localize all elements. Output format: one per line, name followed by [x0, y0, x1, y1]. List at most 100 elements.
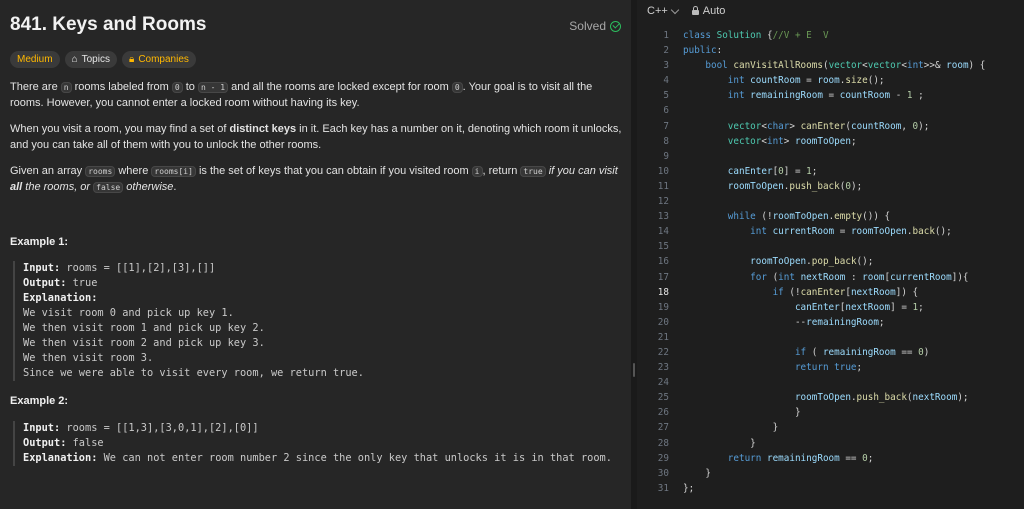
code-token: for: [750, 271, 773, 283]
code-token: roomToOpen: [794, 135, 851, 147]
code-token: nextRoom: [800, 271, 846, 283]
code-token: int: [727, 90, 751, 102]
code-editor-panel[interactable]: C++ Auto 1 class Solution {//V + E V 2 publ…: [637, 0, 1024, 509]
code-line[interactable]: 13 while (!roomToOpen.empty()) {: [637, 209, 1024, 224]
code-token: ();: [934, 226, 952, 238]
code-token: int: [750, 226, 773, 238]
code-text: };: [669, 481, 694, 496]
code-area[interactable]: 1 class Solution {//V + E V 2 public: 3 bool…: [637, 28, 1024, 496]
code-line[interactable]: 29 return remainingRoom == 0;: [637, 451, 1024, 466]
code-token: vector: [727, 135, 762, 147]
code-text: public:: [669, 43, 722, 58]
code-text: vector<int> roomToOpen;: [669, 134, 857, 149]
code-line[interactable]: 10 canEnter[0] = 1;: [637, 164, 1024, 179]
auto-label: Auto: [702, 5, 726, 17]
line-number: 25: [657, 392, 669, 404]
topics-tag[interactable]: ⌂ Topics: [64, 51, 117, 68]
code-line[interactable]: 9: [637, 149, 1024, 164]
code-token: ==: [895, 346, 919, 358]
code-line[interactable]: 2 public:: [637, 43, 1024, 58]
code-line[interactable]: 24: [637, 375, 1024, 390]
code-line[interactable]: 6: [637, 103, 1024, 118]
code-text: int remainingRoom = countRoom - 1 ;: [669, 88, 924, 103]
line-number: 14: [657, 226, 669, 238]
code-line[interactable]: 4 int countRoom = room.size();: [637, 73, 1024, 88]
line-number: 23: [657, 362, 669, 374]
problem-tags: Medium ⌂ Topics 🔒︎ Companies: [10, 51, 196, 68]
code-token: pop_back: [811, 256, 857, 268]
code-line[interactable]: 16 roomToOpen.pop_back();: [637, 254, 1024, 269]
line-number: 10: [657, 165, 669, 177]
code-token: if: [794, 346, 812, 358]
line-number: 2: [663, 45, 669, 57]
editor-toolbar: C++ Auto: [637, 0, 1024, 22]
line-number: 24: [657, 377, 669, 389]
code-line[interactable]: 31};: [637, 481, 1024, 496]
code-token: roomToOpen: [727, 180, 784, 192]
code-text: }: [669, 405, 801, 420]
code-line[interactable]: 5 int remainingRoom = countRoom - 1 ;: [637, 88, 1024, 103]
code-line[interactable]: 8 vector<int> roomToOpen;: [637, 134, 1024, 149]
line-number: 11: [657, 180, 669, 192]
code-line[interactable]: 30 }: [637, 466, 1024, 481]
code-line[interactable]: 23 return true;: [637, 360, 1024, 375]
code-token: //V + E V: [772, 30, 829, 41]
code-token: ()) {: [862, 211, 891, 223]
line-number: 21: [657, 331, 669, 343]
description-paragraph-3: Given an array rooms where rooms[i] is t…: [10, 165, 618, 193]
code-token: }: [794, 407, 801, 419]
code-token: bool: [705, 60, 734, 72]
code-token: roomToOpen: [850, 226, 907, 238]
code-token: -: [890, 90, 907, 102]
line-number: 31: [657, 482, 669, 494]
code-line[interactable]: 20 --remainingRoom;: [637, 315, 1024, 330]
code-text: canEnter[0] = 1;: [669, 164, 818, 179]
chevron-down-icon: [670, 5, 680, 14]
code-token: roomToOpen: [794, 392, 851, 404]
code-line[interactable]: 1 class Solution {//V + E V: [637, 28, 1024, 43]
code-line[interactable]: 28 }: [637, 436, 1024, 451]
line-number: 7: [663, 120, 669, 132]
code-line[interactable]: 7 vector<char> canEnter(countRoom, 0);: [637, 119, 1024, 134]
code-line[interactable]: 11 roomToOpen.push_back(0);: [637, 179, 1024, 194]
difficulty-tag[interactable]: Medium: [10, 51, 60, 68]
code-line[interactable]: 25 roomToOpen.push_back(nextRoom);: [637, 390, 1024, 405]
code-line[interactable]: 3 bool canVisitAllRooms(vector<vector<in…: [637, 58, 1024, 73]
description-paragraph-1: There are n rooms labeled from 0 to n - …: [10, 81, 593, 109]
line-number: 18: [657, 286, 669, 298]
code-token: countRoom: [850, 120, 902, 132]
code-token: int: [906, 60, 924, 72]
code-line[interactable]: 22 if ( remainingRoom == 0): [637, 345, 1024, 360]
code-token: if: [772, 286, 790, 298]
code-line[interactable]: 18 if (!canEnter[nextRoom]) {: [637, 285, 1024, 300]
code-line[interactable]: 21: [637, 330, 1024, 345]
code-token: }: [705, 467, 711, 479]
topics-label: Topics: [81, 54, 110, 65]
code-line[interactable]: 12: [637, 194, 1024, 209]
line-number: 20: [657, 316, 669, 328]
language-selector[interactable]: C++: [647, 5, 680, 17]
code-token: ;: [867, 452, 874, 464]
code-line[interactable]: 14 int currentRoom = roomToOpen.back();: [637, 224, 1024, 239]
code-token: >>&: [923, 60, 947, 72]
code-line[interactable]: 19 canEnter[nextRoom] = 1;: [637, 300, 1024, 315]
companies-tag[interactable]: 🔒︎ Companies: [121, 51, 196, 68]
code-line[interactable]: 26 }: [637, 405, 1024, 420]
code-line[interactable]: 17 for (int nextRoom : room[currentRoom]…: [637, 270, 1024, 285]
code-token: vector: [828, 60, 863, 72]
code-token: :: [716, 45, 723, 57]
code-token: remainingRoom: [750, 90, 823, 102]
code-token: remainingRoom: [766, 452, 840, 464]
code-token: ] =: [890, 301, 913, 313]
code-line[interactable]: 27 }: [637, 420, 1024, 435]
auto-mode-toggle[interactable]: Auto: [691, 5, 726, 17]
line-number: 29: [657, 452, 669, 464]
code-token: ,: [901, 120, 913, 132]
line-number: 17: [657, 271, 669, 283]
code-line[interactable]: 15: [637, 239, 1024, 254]
code-token: return: [794, 362, 835, 374]
code-token: remainingRoom: [822, 346, 896, 358]
